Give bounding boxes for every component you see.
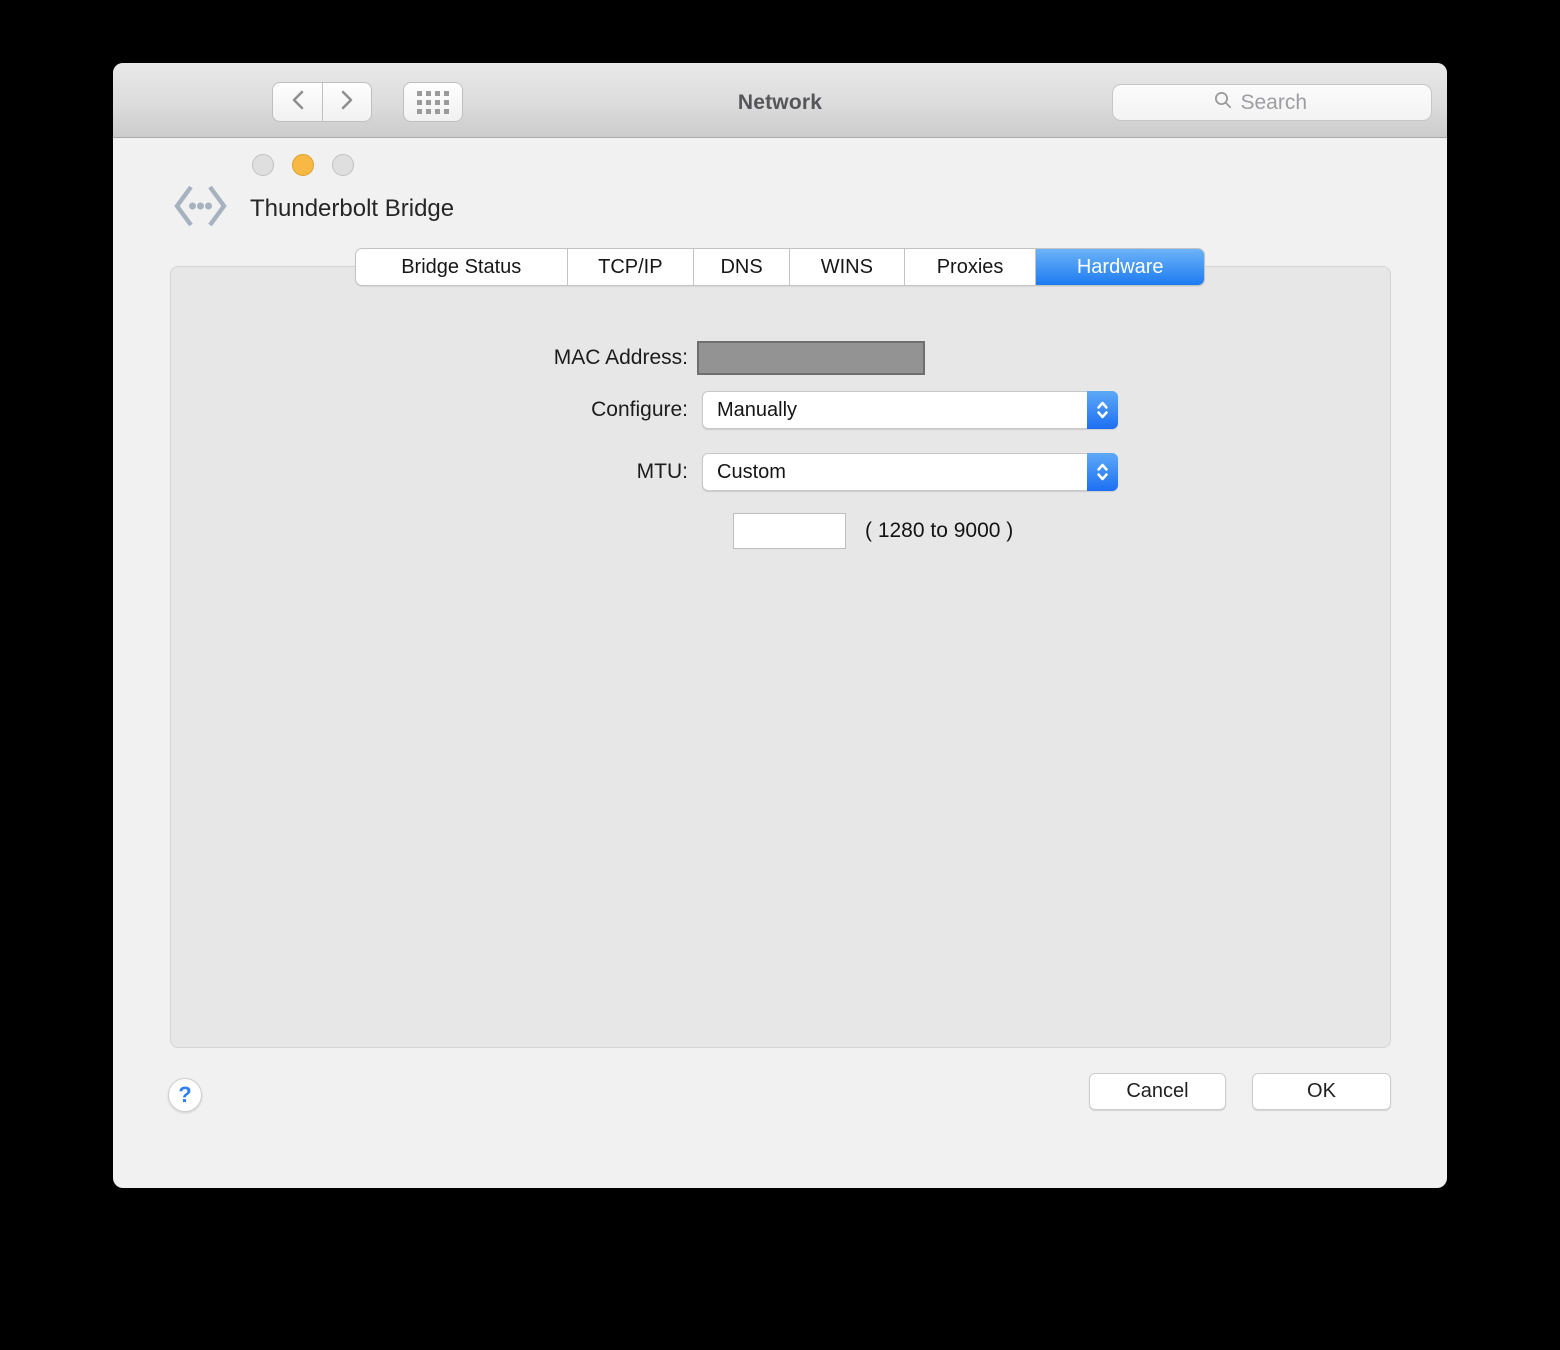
search-field[interactable]: [1112, 84, 1432, 121]
mac-address-label: MAC Address:: [553, 346, 688, 369]
minimize-button[interactable]: [292, 154, 314, 176]
tab-content-panel: [170, 266, 1391, 1048]
help-button[interactable]: ?: [168, 1078, 202, 1112]
mac-address-value: [697, 341, 925, 375]
configure-popup[interactable]: Manually: [702, 391, 1118, 429]
search-input[interactable]: [1240, 90, 1331, 115]
search-icon: [1214, 91, 1233, 115]
tab-dns[interactable]: DNS: [694, 249, 790, 285]
close-button[interactable]: [252, 154, 274, 176]
mtu-popup-value: Custom: [717, 460, 786, 483]
mtu-label: MTU:: [636, 460, 688, 483]
cancel-button[interactable]: Cancel: [1089, 1073, 1226, 1110]
mtu-range-hint: ( 1280 to 9000 ): [865, 519, 1014, 542]
tab-bridge-status[interactable]: Bridge Status: [356, 249, 568, 285]
tab-proxies[interactable]: Proxies: [905, 249, 1037, 285]
question-mark-icon: ?: [178, 1082, 192, 1107]
mtu-popup[interactable]: Custom: [702, 453, 1118, 491]
zoom-button[interactable]: [332, 154, 354, 176]
titlebar[interactable]: Network: [113, 63, 1447, 176]
tab-wins[interactable]: WINS: [790, 249, 905, 285]
network-preferences-window: Network Thunderbolt Bridge Bridge Status…: [113, 63, 1447, 1188]
tab-hardware[interactable]: Hardware: [1036, 249, 1204, 285]
connection-header: Thunderbolt Bridge: [173, 184, 454, 233]
mtu-custom-input[interactable]: [733, 513, 846, 549]
ok-button[interactable]: OK: [1252, 1073, 1391, 1110]
tab-bar: Bridge Status TCP/IP DNS WINS Proxies Ha…: [355, 248, 1205, 286]
popup-arrows-icon: [1087, 453, 1118, 491]
thunderbolt-bridge-icon: [173, 184, 228, 233]
popup-arrows-icon: [1087, 391, 1118, 429]
tab-tcp-ip[interactable]: TCP/IP: [568, 249, 695, 285]
configure-label: Configure:: [591, 398, 688, 421]
configure-popup-value: Manually: [717, 398, 798, 421]
connection-name: Thunderbolt Bridge: [250, 194, 455, 222]
